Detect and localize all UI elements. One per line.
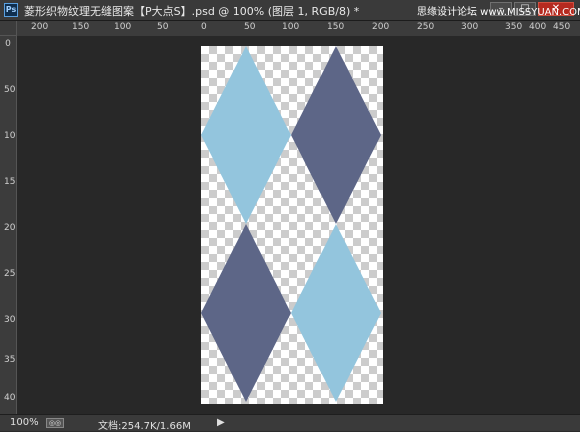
diamond-pattern xyxy=(201,46,381,402)
ruler-h-label: 50 xyxy=(244,22,256,32)
document-size-info: 文档:254.7K/1.66M xyxy=(98,421,191,432)
photoshop-document-window: Ps 菱形织物纹理无缝图案【P大点S】.psd @ 100% (图层 1, RG… xyxy=(0,0,580,432)
diamond-slate-bottom-left xyxy=(201,224,291,402)
document-title: 菱形织物纹理无缝图案【P大点S】.psd @ 100% (图层 1, RGB/8… xyxy=(24,5,360,18)
ruler-v-label: 50 xyxy=(4,85,16,95)
diamond-light-top-left xyxy=(201,46,291,224)
photoshop-app-icon: Ps xyxy=(4,3,18,17)
ruler-h-label: 150 xyxy=(327,22,345,32)
ruler-v-label: 250 xyxy=(4,269,16,279)
ruler-v-label: 400 xyxy=(4,393,16,403)
ruler-h-label: 200 xyxy=(372,22,390,32)
title-bar[interactable]: Ps 菱形织物纹理无缝图案【P大点S】.psd @ 100% (图层 1, RG… xyxy=(0,0,580,21)
ruler-h-label: 0 xyxy=(201,22,207,32)
diamond-slate-top-right xyxy=(291,46,381,224)
diamond-light-bottom-right xyxy=(291,224,381,402)
ruler-origin-corner[interactable] xyxy=(0,21,17,36)
ruler-h-label: 50 xyxy=(157,22,169,32)
canvas-area[interactable] xyxy=(17,36,580,414)
status-menu-arrow-icon[interactable]: ▶ xyxy=(217,417,225,428)
ruler-v-label: 150 xyxy=(4,177,16,187)
ruler-h-label: 100 xyxy=(114,22,132,32)
vertical-ruler[interactable]: 0 50 100 150 200 250 300 350 400 xyxy=(0,36,17,414)
ruler-h-label: 250 xyxy=(417,22,435,32)
ruler-h-label: 300 xyxy=(461,22,479,32)
status-bar: 100% ◎◎ 文档:254.7K/1.66M ▶ xyxy=(0,414,580,432)
ruler-v-label: 100 xyxy=(4,131,16,141)
watermark-text: 思缘设计论坛 www.MISSYUAN.COM xyxy=(417,7,580,18)
ruler-h-label: 400 xyxy=(529,22,547,32)
ruler-h-label: 350 xyxy=(505,22,523,32)
ruler-v-label: 200 xyxy=(4,223,16,233)
zoom-level[interactable]: 100% xyxy=(10,417,39,428)
share-icon[interactable]: ◎◎ xyxy=(46,418,64,428)
document-canvas[interactable] xyxy=(201,46,383,404)
ruler-h-label: 100 xyxy=(282,22,300,32)
ruler-h-label: 200 xyxy=(31,22,49,32)
ruler-v-label: 0 xyxy=(5,39,11,49)
horizontal-ruler[interactable]: 200 150 100 50 0 50 100 150 200 250 300 … xyxy=(17,21,580,37)
ruler-h-label: 150 xyxy=(72,22,90,32)
ruler-v-label: 300 xyxy=(4,315,16,325)
ruler-h-label: 450 xyxy=(553,22,571,32)
ruler-v-label: 350 xyxy=(4,355,16,365)
